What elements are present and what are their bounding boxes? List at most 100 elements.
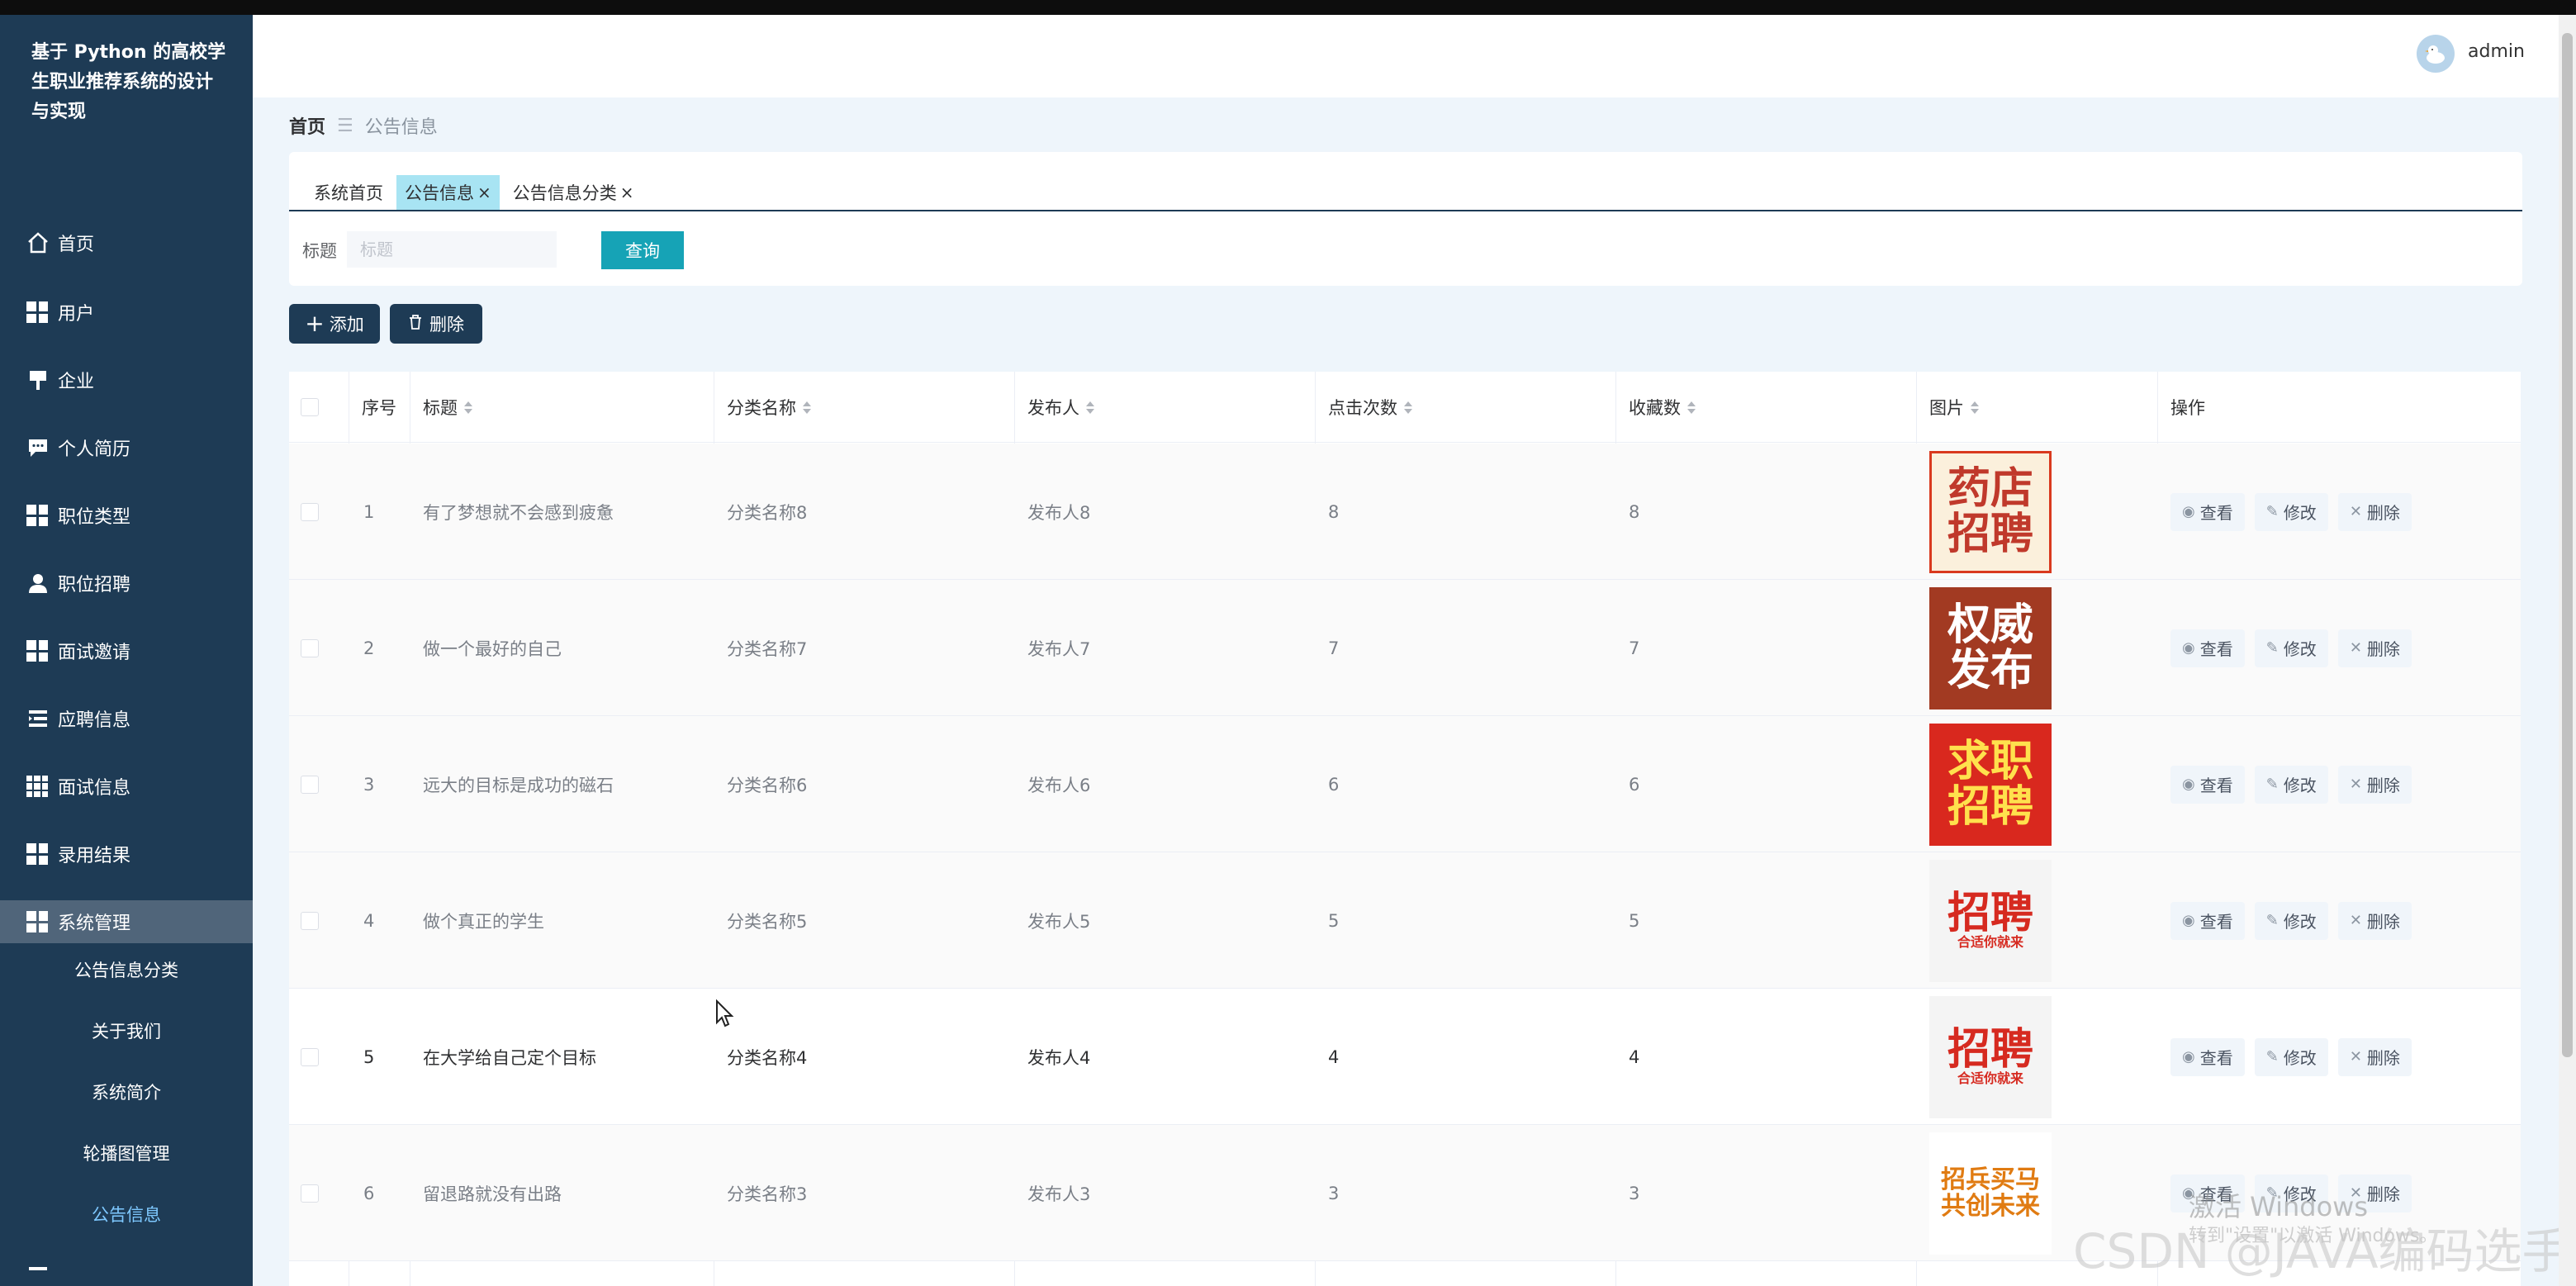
sort-icon[interactable] — [1086, 401, 1094, 414]
sidebar-subitem-notice[interactable]: 公告信息 — [0, 1193, 253, 1236]
row-checkbox[interactable] — [301, 716, 319, 852]
sidebar-subitem-intro[interactable]: 系统简介 — [0, 1070, 253, 1113]
cell-actions: ◉ 查看 ✎ 修改 ✕ 删除 — [2170, 580, 2422, 716]
row-delete-button[interactable]: ✕ 删除 — [2337, 1037, 2412, 1076]
username[interactable]: admin — [2468, 41, 2525, 62]
row-checkbox[interactable] — [301, 989, 319, 1125]
row-checkbox[interactable] — [301, 580, 319, 716]
edit-button[interactable]: ✎ 修改 — [2254, 901, 2328, 940]
cell-title: 有了梦想就不会感到疲惫 — [423, 502, 614, 523]
cell-favorites: 3 — [1629, 1183, 1640, 1203]
table-row[interactable]: 5 在大学给自己定个目标 分类名称4 发布人4 4 4 招聘 合适你就来 ◉ 查看 ✎ 修改 ✕ 删除 — [289, 989, 2521, 1125]
sort-icon[interactable] — [1404, 401, 1412, 414]
sidebar-item-job-recruit[interactable]: 职位招聘 — [0, 562, 253, 605]
cell-publisher: 发布人3 — [1027, 1184, 1091, 1204]
notice-thumbnail[interactable]: 药店 招聘 — [1929, 450, 2052, 573]
view-button[interactable]: ◉ 查看 — [2170, 492, 2245, 531]
sidebar-item-label: 录用结果 — [58, 846, 131, 866]
edit-button[interactable]: ✎ 修改 — [2254, 629, 2328, 667]
view-button[interactable]: ◉ 查看 — [2170, 901, 2245, 940]
sidebar-item-enterprise[interactable]: 企业 — [0, 358, 253, 401]
sidebar-subitem-notice-category[interactable]: 公告信息分类 — [0, 948, 253, 991]
tab-system-home[interactable]: 系统首页 — [306, 175, 391, 210]
cell-image[interactable]: 药店 招聘 — [1929, 444, 2052, 580]
sidebar-item-home[interactable]: 首页 — [0, 221, 253, 264]
tab-notice[interactable]: 公告信息 × — [396, 175, 500, 210]
row-delete-button[interactable]: ✕ 删除 — [2337, 901, 2412, 940]
title-search-input[interactable] — [347, 231, 557, 268]
view-button-label: 查看 — [2199, 912, 2233, 932]
view-button[interactable]: ◉ 查看 — [2170, 765, 2245, 804]
add-button[interactable]: + 添加 — [289, 304, 380, 344]
notice-thumbnail[interactable]: 招聘 合适你就来 — [1929, 859, 2052, 982]
edit-button[interactable]: ✎ 修改 — [2254, 765, 2328, 804]
table-row[interactable]: 3 远大的目标是成功的磁石 分类名称6 发布人6 6 6 求职 招聘 ◉ 查看 ✎ 修改 ✕ 删除 — [289, 716, 2521, 852]
table-row[interactable]: 1 有了梦想就不会感到疲惫 分类名称8 发布人8 8 8 药店 招聘 ◉ 查看 ✎ 修改 ✕ 删除 — [289, 444, 2521, 580]
sidebar-item-label: 职位类型 — [58, 507, 131, 528]
notice-table: 序号 标题 分类名称 发布人 点击次数 收藏数 图片 操作 1 有了梦想就不会感到… — [289, 372, 2521, 1286]
col-header-clicks[interactable]: 点击次数 — [1328, 372, 1412, 443]
cell-image[interactable]: 招兵买马 共创未来 — [1929, 1125, 2052, 1261]
tab-label: 公告信息分类 — [512, 183, 617, 203]
thumbnail-line2: 合适你就来 — [1957, 934, 2023, 951]
cell-title: 远大的目标是成功的磁石 — [423, 775, 614, 795]
edit-button[interactable]: ✎ 修改 — [2254, 1037, 2328, 1076]
row-delete-button[interactable]: ✕ 删除 — [2337, 629, 2412, 667]
col-header-image[interactable]: 图片 — [1929, 372, 1979, 443]
row-checkbox[interactable] — [301, 1125, 319, 1261]
sidebar-item-resume[interactable]: 个人简历 — [0, 426, 253, 469]
delete-button[interactable]: 删除 — [390, 304, 482, 344]
cell-clicks: 3 — [1328, 1183, 1340, 1203]
breadcrumb-home[interactable]: 首页 — [289, 112, 325, 139]
close-icon[interactable]: × — [477, 183, 491, 202]
sort-icon[interactable] — [803, 401, 811, 414]
notice-thumbnail[interactable]: 招兵买马 共创未来 — [1929, 1132, 2052, 1255]
cell-image[interactable]: 招聘 合适你就来 — [1929, 989, 2052, 1125]
col-header-publisher[interactable]: 发布人 — [1027, 372, 1094, 443]
col-header-category[interactable]: 分类名称 — [727, 372, 811, 443]
col-header-title[interactable]: 标题 — [423, 372, 472, 443]
cell-favorites: 8 — [1629, 501, 1640, 522]
table-row[interactable]: 4 做个真正的学生 分类名称5 发布人5 5 5 招聘 合适你就来 ◉ 查看 ✎ 修改 ✕ 删除 — [289, 852, 2521, 989]
edit-icon: ✎ — [2265, 1048, 2279, 1065]
view-button[interactable]: ◉ 查看 — [2170, 629, 2245, 667]
sidebar-item-interview-invite[interactable]: 面试邀请 — [0, 629, 253, 672]
row-checkbox[interactable] — [301, 444, 319, 580]
sidebar-subitem-carousel[interactable]: 轮播图管理 — [0, 1132, 253, 1174]
cell-image[interactable]: 求职 招聘 — [1929, 716, 2052, 852]
sidebar-item-users[interactable]: 用户 — [0, 291, 253, 334]
sidebar-item-partial[interactable] — [0, 1254, 253, 1286]
eye-icon: ◉ — [2182, 639, 2195, 657]
avatar[interactable] — [2417, 35, 2455, 73]
sidebar-subitem-about[interactable]: 关于我们 — [0, 1009, 253, 1052]
close-icon[interactable]: × — [620, 183, 634, 202]
sidebar-item-hire-result[interactable]: 录用结果 — [0, 833, 253, 876]
thumbnail-line2: 招聘 — [1947, 508, 2033, 559]
query-button[interactable]: 查询 — [601, 231, 684, 269]
edit-button[interactable]: ✎ 修改 — [2254, 492, 2328, 531]
cell-image[interactable]: 权威 发布 — [1929, 580, 2052, 716]
table-row[interactable]: 2 做一个最好的自己 分类名称7 发布人7 7 7 权威 发布 ◉ 查看 ✎ 修改 ✕ 删除 — [289, 580, 2521, 716]
thumbnail-line1: 求职 — [1947, 735, 2033, 786]
row-delete-button[interactable]: ✕ 删除 — [2337, 765, 2412, 804]
notice-thumbnail[interactable]: 招聘 合适你就来 — [1929, 995, 2052, 1118]
tab-label: 公告信息 — [405, 183, 474, 203]
notice-thumbnail[interactable]: 权威 发布 — [1929, 586, 2052, 709]
select-all-checkbox[interactable] — [301, 372, 319, 443]
row-checkbox[interactable] — [301, 852, 319, 989]
cell-image[interactable]: 招聘 合适你就来 — [1929, 852, 2052, 989]
sidebar-item-job-type[interactable]: 职位类型 — [0, 494, 253, 537]
sidebar-item-interview-info[interactable]: 面试信息 — [0, 765, 253, 808]
sort-icon[interactable] — [1971, 401, 1979, 414]
row-delete-button[interactable]: ✕ 删除 — [2337, 492, 2412, 531]
sidebar-item-application[interactable]: 应聘信息 — [0, 697, 253, 740]
notice-thumbnail[interactable]: 求职 招聘 — [1929, 723, 2052, 846]
sort-icon[interactable] — [1687, 401, 1696, 414]
view-button[interactable]: ◉ 查看 — [2170, 1037, 2245, 1076]
tab-bar: 系统首页 公告信息 × 公告信息分类 × — [306, 175, 648, 210]
tab-notice-category[interactable]: 公告信息分类 × — [505, 175, 643, 210]
scrollbar-thumb[interactable] — [2562, 33, 2573, 1057]
sidebar-item-system[interactable]: 系统管理 — [0, 900, 253, 943]
col-header-favorites[interactable]: 收藏数 — [1629, 372, 1696, 443]
sort-icon[interactable] — [464, 401, 472, 414]
